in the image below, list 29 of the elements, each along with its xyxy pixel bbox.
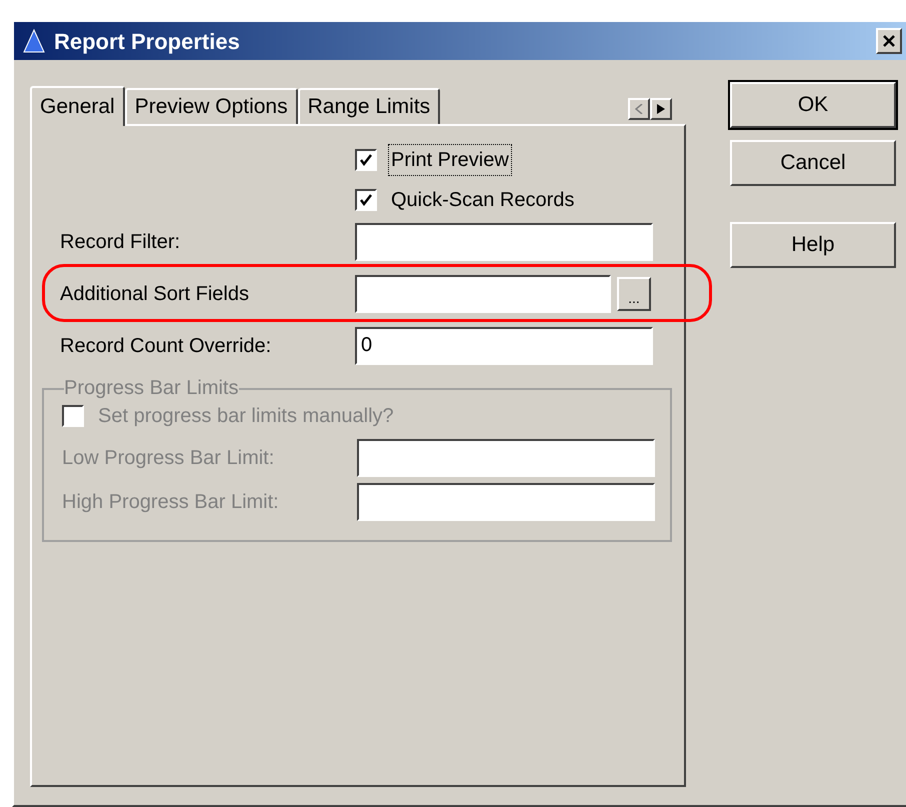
dialog-button[interactable]: Help <box>730 222 896 268</box>
checkbox-label[interactable]: Print Preview <box>389 145 511 175</box>
field-label: Additional Sort Fields <box>60 282 250 307</box>
tab[interactable]: Preview Options <box>124 88 298 124</box>
browse-button[interactable]: ... <box>617 277 651 311</box>
tab[interactable]: Range Limits <box>298 88 440 124</box>
close-icon <box>882 34 896 48</box>
window-title: Report Properties <box>54 28 241 56</box>
checkbox[interactable] <box>355 149 377 171</box>
text-field[interactable]: 0 <box>355 327 653 365</box>
field-label: Record Count Override: <box>60 334 272 359</box>
checkmark-icon <box>359 153 373 167</box>
field-label: Low Progress Bar Limit: <box>62 446 276 471</box>
close-button[interactable] <box>876 28 902 54</box>
dialog-button[interactable]: OK <box>730 82 896 128</box>
checkmark-icon <box>359 193 373 207</box>
scroll-left-button[interactable] <box>628 98 650 120</box>
tab[interactable]: General <box>30 86 125 126</box>
field-label: High Progress Bar Limit: <box>62 490 280 515</box>
text-field[interactable] <box>355 275 611 313</box>
checkbox[interactable] <box>355 189 377 211</box>
field-label: Record Filter: <box>60 230 182 255</box>
checkbox-label[interactable]: Quick-Scan Records <box>389 185 576 215</box>
field-value: 0 <box>361 334 372 356</box>
text-field[interactable] <box>355 223 653 261</box>
right-arrow-icon <box>657 104 665 114</box>
app-logo-icon <box>22 28 46 54</box>
dialog-button[interactable]: Cancel <box>730 140 896 186</box>
scroll-right-button[interactable] <box>650 98 672 120</box>
